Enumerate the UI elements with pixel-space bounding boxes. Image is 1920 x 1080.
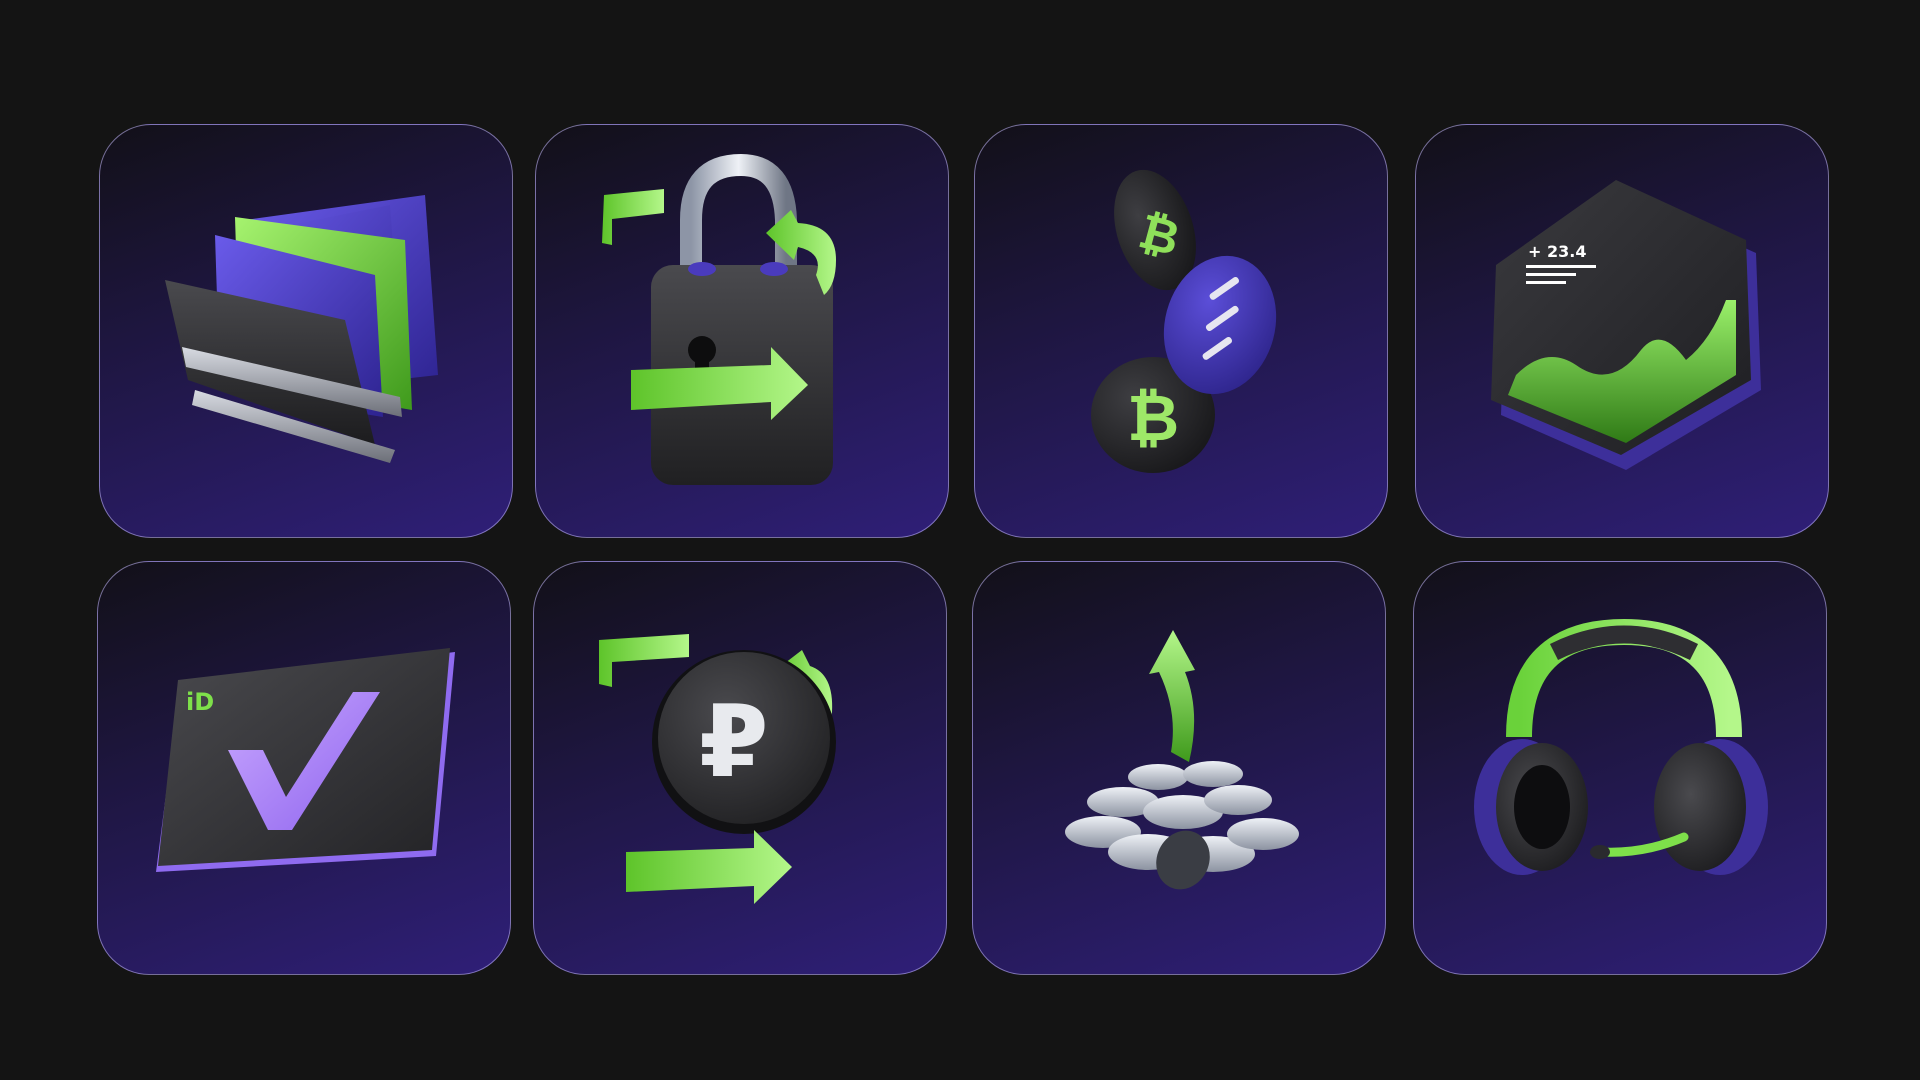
- ruble-exchange-icon: ₽: [599, 634, 836, 904]
- tile-padlock[interactable]: [535, 124, 949, 538]
- svg-text:₿: ₿: [1127, 382, 1179, 456]
- tile-chart[interactable]: + 23.4: [1415, 124, 1829, 538]
- icon-grid: ₿ ₿ + 23.4 iD ₽: [0, 0, 1920, 1080]
- chart-value-label: + 23.4: [1528, 242, 1586, 261]
- id-card-check-icon: iD: [156, 648, 455, 872]
- tile-wallet[interactable]: [99, 124, 513, 538]
- tile-id-verification[interactable]: iD: [97, 561, 511, 975]
- padlock-arrows-icon: [602, 153, 836, 485]
- wallet-cards-icon: [165, 195, 438, 463]
- growth-chart-hexagon-icon: + 23.4: [1491, 180, 1761, 470]
- tile-crypto[interactable]: ₿ ₿: [974, 124, 1388, 538]
- bitcoin-coins-icon: ₿ ₿: [1091, 169, 1277, 473]
- currency-symbol: ₽: [699, 683, 769, 800]
- id-label: iD: [186, 688, 214, 716]
- tile-support[interactable]: [1413, 561, 1827, 975]
- headset-icon: [1474, 618, 1768, 875]
- tile-savings-growth[interactable]: [972, 561, 1386, 975]
- coin-pile-arrow-icon: [1065, 630, 1299, 890]
- tile-currency-exchange[interactable]: ₽: [533, 561, 947, 975]
